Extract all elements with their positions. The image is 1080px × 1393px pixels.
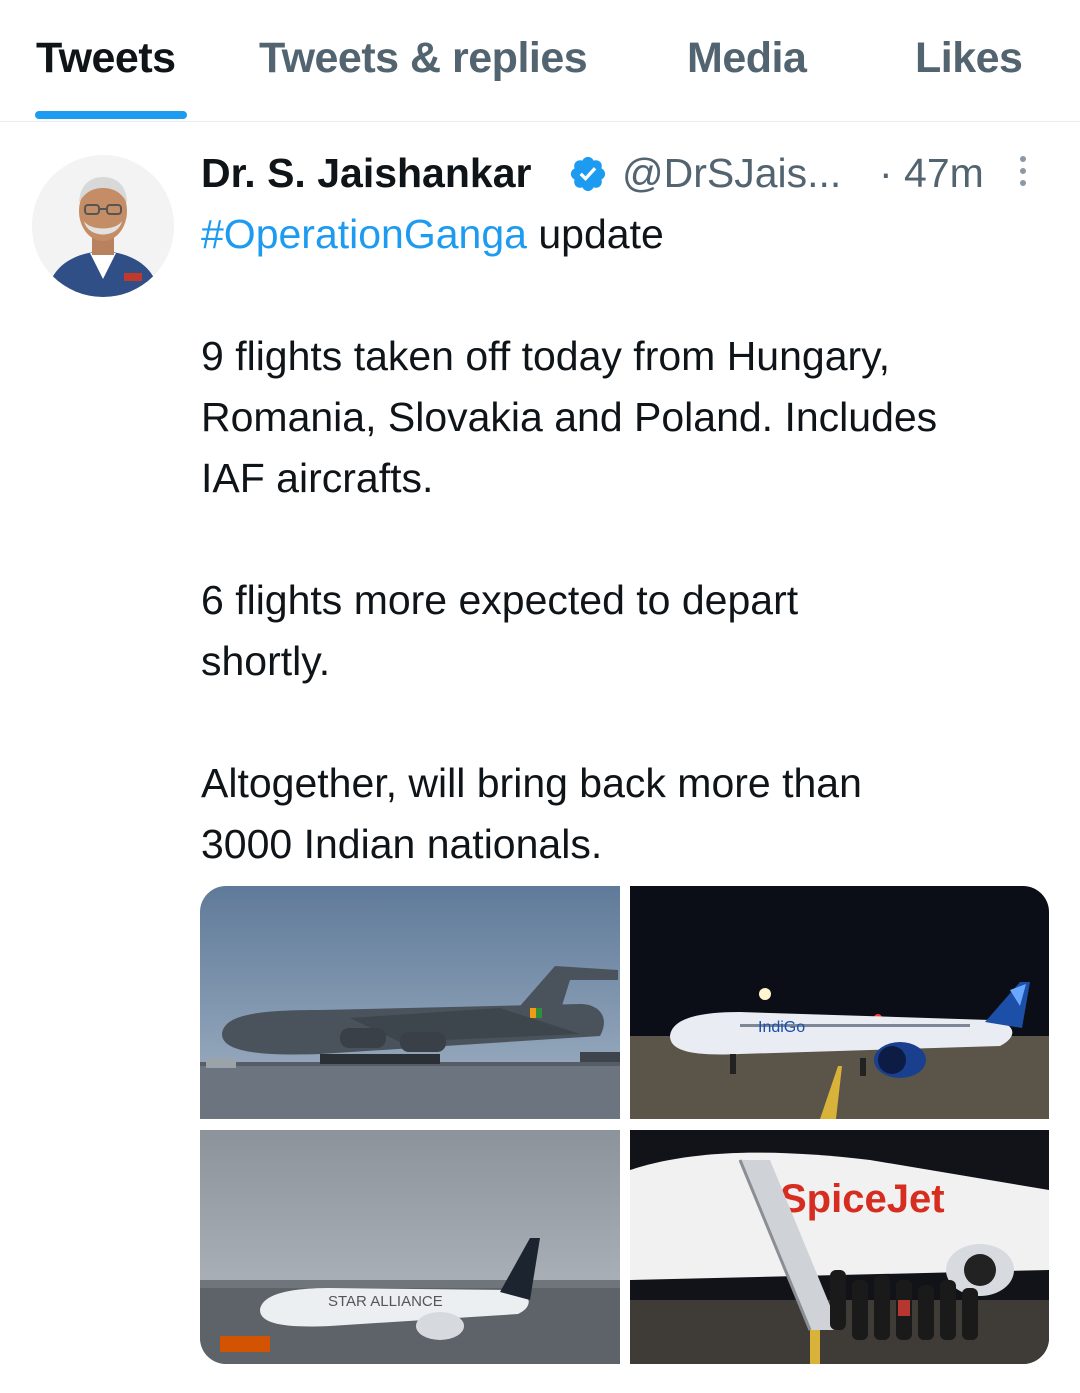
avatar[interactable] (32, 155, 174, 297)
tab-tweets[interactable]: Tweets (36, 34, 176, 83)
tweet-timestamp[interactable]: · 47m (879, 150, 984, 197)
tweet-header: Dr. S. Jaishankar @DrSJais... · 47m (201, 150, 1061, 198)
profile-tab-bar: Tweets Tweets & replies Media Likes (0, 0, 1080, 122)
tweet-paragraph: 6 flights more expected to depart shortl… (201, 577, 799, 684)
tweet-first-line: #OperationGanga update (201, 204, 1051, 265)
more-options-icon[interactable] (1016, 156, 1030, 196)
author-name[interactable]: Dr. S. Jaishankar (201, 150, 531, 197)
verified-badge-icon (568, 154, 608, 194)
indigo-livery-text: IndiGo (758, 1019, 805, 1036)
tab-likes[interactable]: Likes (915, 34, 1023, 83)
spicejet-livery-text: SpiceJet (780, 1177, 945, 1221)
star-alliance-aircraft-photo[interactable]: STAR ALLIANCE (200, 1130, 620, 1364)
tab-tweets-and-replies[interactable]: Tweets & replies (259, 34, 588, 83)
tweet-media-grid: IndiGo STAR ALLIANCE SpiceJet (200, 886, 1049, 1364)
hashtag-link[interactable]: #OperationGanga (201, 211, 527, 257)
tab-media[interactable]: Media (687, 34, 807, 83)
star-alliance-livery-text: STAR ALLIANCE (328, 1293, 443, 1310)
tweet-text: #OperationGanga update 9 flights taken o… (201, 204, 1051, 875)
active-tab-indicator (35, 111, 187, 119)
indigo-aircraft-night-photo[interactable]: IndiGo (630, 886, 1049, 1119)
first-line-text: update (526, 211, 664, 257)
author-handle[interactable]: @DrSJais... (622, 150, 841, 197)
tweet-paragraph: Altogether, will bring back more than 30… (201, 760, 862, 867)
tweet-paragraph: 9 flights taken off today from Hungary, … (201, 333, 938, 501)
spicejet-aircraft-boarding-photo[interactable]: SpiceJet (630, 1130, 1049, 1364)
iaf-transport-aircraft-photo[interactable] (200, 886, 620, 1119)
